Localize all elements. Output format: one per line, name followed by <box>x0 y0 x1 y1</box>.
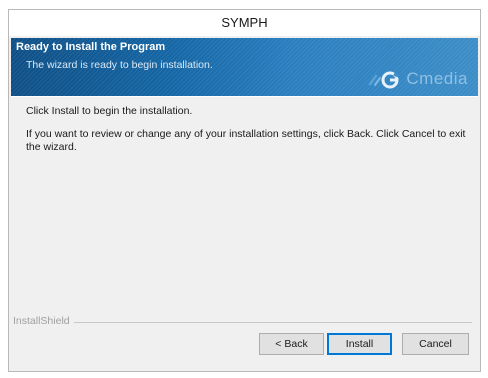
cancel-button[interactable]: Cancel <box>402 333 469 355</box>
window-title: SYMPH <box>221 15 268 30</box>
brand-logo: Cmedia <box>368 68 468 90</box>
back-button[interactable]: < Back <box>259 333 324 355</box>
install-button[interactable]: Install <box>327 333 392 355</box>
footer-separator: InstallShield <box>9 315 480 329</box>
brand-name: Cmedia <box>406 69 468 88</box>
review-settings-text: If you want to review or change any of y… <box>26 128 466 153</box>
window-titlebar[interactable]: SYMPH <box>9 10 480 36</box>
installshield-label: InstallShield <box>13 315 74 327</box>
footer-rule <box>13 322 472 323</box>
cmedia-logo-icon <box>368 69 402 89</box>
instruction-text: Click Install to begin the installation. <box>26 105 193 117</box>
banner-title: Ready to Install the Program <box>16 41 166 53</box>
installer-dialog: SYMPH Ready to Install the Program The w… <box>8 9 481 372</box>
dialog-content: Click Install to begin the installation.… <box>11 97 478 327</box>
banner-subtitle: The wizard is ready to begin installatio… <box>26 59 213 71</box>
header-banner: Ready to Install the Program The wizard … <box>11 38 478 96</box>
